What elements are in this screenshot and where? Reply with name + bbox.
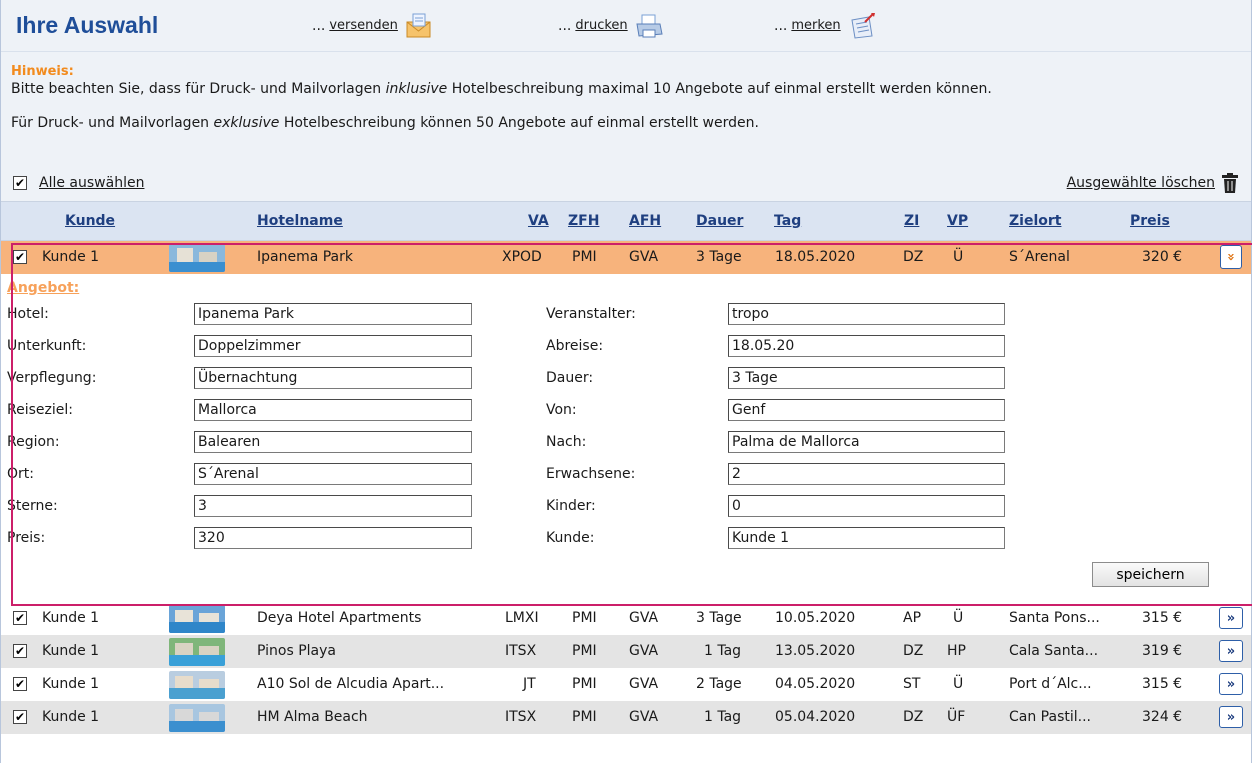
cell-kunde: Kunde 1 xyxy=(42,676,100,692)
expand-toggle-icon[interactable]: » xyxy=(1219,640,1243,662)
cell-afh: GVA xyxy=(629,643,659,659)
selection-bar: ✔ Alle auswählen Ausgewählte löschen xyxy=(1,165,1251,202)
table-row[interactable]: ✔ Kunde 1 Deya Hotel Apartments LMXI PMI GVA 3… xyxy=(1,602,1251,635)
col-tag[interactable]: Tag xyxy=(774,213,801,229)
cell-zi: ST xyxy=(903,676,921,692)
cell-vp: ÜF xyxy=(947,709,966,725)
cell-hotelname: A10 Sol de Alcudia Apart... xyxy=(257,676,445,692)
cell-preis: 315 € xyxy=(1142,610,1183,626)
table-row[interactable]: ✔ Kunde 1 Pinos Playa ITSX PMI GVA 1 Tag 13.05.… xyxy=(1,635,1251,668)
cell-preis: 324 € xyxy=(1142,709,1183,725)
hotel-thumbnail xyxy=(169,638,225,666)
select-all[interactable]: ✔ Alle auswählen xyxy=(13,175,144,191)
send-action[interactable]: ... versenden xyxy=(312,12,558,40)
selection-panel: Ihre Auswahl ... versenden ... drucken .… xyxy=(0,0,1252,763)
hotel-thumbnail xyxy=(169,671,225,699)
col-hotelname[interactable]: Hotelname xyxy=(257,213,343,229)
row-checkbox[interactable]: ✔ xyxy=(13,644,27,658)
cell-kunde: Kunde 1 xyxy=(42,610,100,626)
cell-hotelname: HM Alma Beach xyxy=(257,709,368,725)
print-link[interactable]: drucken xyxy=(575,18,627,33)
selected-row-outline xyxy=(11,243,1252,606)
printer-icon[interactable] xyxy=(634,12,664,40)
col-zi[interactable]: ZI xyxy=(904,213,919,229)
cell-afh: GVA xyxy=(629,676,659,692)
notice-box: Hinweis: Bitte beachten Sie, dass für Dr… xyxy=(1,52,1251,165)
select-all-link[interactable]: Alle auswählen xyxy=(39,175,144,191)
cell-zi: DZ xyxy=(903,709,924,725)
print-action[interactable]: ... drucken xyxy=(558,12,774,40)
col-kunde[interactable]: Kunde xyxy=(65,213,115,229)
cell-hotelname: Deya Hotel Apartments xyxy=(257,610,422,626)
cell-tag: 05.04.2020 xyxy=(775,709,856,725)
cell-dauer: 1 Tag xyxy=(704,643,742,659)
panel-header: Ihre Auswahl ... versenden ... drucken .… xyxy=(1,0,1251,52)
table-header: Kunde Hotelname VA ZFH AFH Dauer Tag ZI … xyxy=(1,202,1251,241)
cell-vp: Ü xyxy=(953,610,964,626)
cell-zielort: Can Pastil... xyxy=(1009,709,1091,725)
notice-line-1: Bitte beachten Sie, dass für Druck- und … xyxy=(11,81,992,97)
cell-zielort: Santa Pons... xyxy=(1009,610,1100,626)
cell-preis: 315 € xyxy=(1142,676,1183,692)
col-zielort[interactable]: Zielort xyxy=(1009,213,1061,229)
send-link[interactable]: versenden xyxy=(329,18,398,33)
notice-heading: Hinweis: xyxy=(11,64,74,79)
cell-zfh: PMI xyxy=(572,709,597,725)
cell-dauer: 1 Tag xyxy=(704,709,742,725)
row-checkbox[interactable]: ✔ xyxy=(13,677,27,691)
cell-hotelname: Pinos Playa xyxy=(257,643,336,659)
cell-va: ITSX xyxy=(505,643,537,659)
expand-toggle-icon[interactable]: » xyxy=(1219,706,1243,728)
expand-toggle-icon[interactable]: » xyxy=(1219,673,1243,695)
col-preis[interactable]: Preis xyxy=(1130,213,1170,229)
cell-tag: 13.05.2020 xyxy=(775,643,856,659)
col-vp[interactable]: VP xyxy=(947,213,968,229)
cell-preis: 319 € xyxy=(1142,643,1183,659)
expand-toggle-icon[interactable]: » xyxy=(1219,607,1243,629)
col-va[interactable]: VA xyxy=(528,213,549,229)
cell-zielort: Cala Santa... xyxy=(1009,643,1099,659)
cell-va: JT xyxy=(523,676,536,692)
cell-afh: GVA xyxy=(629,709,659,725)
cell-tag: 10.05.2020 xyxy=(775,610,856,626)
row-checkbox[interactable]: ✔ xyxy=(13,611,27,625)
cell-zielort: Port d´Alc... xyxy=(1009,676,1092,692)
cell-dauer: 3 Tage xyxy=(696,610,742,626)
cell-afh: GVA xyxy=(629,610,659,626)
cell-kunde: Kunde 1 xyxy=(42,643,100,659)
cell-zi: DZ xyxy=(903,643,924,659)
select-all-checkbox[interactable]: ✔ xyxy=(13,176,27,190)
cell-zfh: PMI xyxy=(572,676,597,692)
row-checkbox[interactable]: ✔ xyxy=(13,710,27,724)
cell-tag: 04.05.2020 xyxy=(775,676,856,692)
notepad-icon[interactable] xyxy=(847,12,877,40)
cell-dauer: 2 Tage xyxy=(696,676,742,692)
cell-vp: HP xyxy=(947,643,966,659)
cell-kunde: Kunde 1 xyxy=(42,709,100,725)
notice-line-2: Für Druck- und Mailvorlagen exklusive Ho… xyxy=(11,115,759,131)
cell-va: LMXI xyxy=(505,610,539,626)
cell-zi: AP xyxy=(903,610,922,626)
page-title: Ihre Auswahl xyxy=(16,12,159,38)
hotel-thumbnail xyxy=(169,704,225,732)
cell-zfh: PMI xyxy=(572,643,597,659)
envelope-icon[interactable] xyxy=(404,12,434,40)
hotel-thumbnail xyxy=(169,605,225,633)
table-row[interactable]: ✔ Kunde 1 A10 Sol de Alcudia Apart... JT PMI… xyxy=(1,668,1251,701)
delete-selected-link[interactable]: Ausgewählte löschen xyxy=(1067,175,1215,191)
cell-zfh: PMI xyxy=(572,610,597,626)
bookmark-link[interactable]: merken xyxy=(791,18,840,33)
col-dauer[interactable]: Dauer xyxy=(696,213,743,229)
col-zfh[interactable]: ZFH xyxy=(568,213,599,229)
table-row[interactable]: ✔ Kunde 1 HM Alma Beach ITSX PMI GVA 1 Tag 05.0… xyxy=(1,701,1251,734)
trash-icon[interactable] xyxy=(1221,173,1239,193)
bookmark-action[interactable]: ... merken xyxy=(774,12,877,40)
delete-selected[interactable]: Ausgewählte löschen xyxy=(1067,173,1239,193)
cell-va: ITSX xyxy=(505,709,537,725)
col-afh[interactable]: AFH xyxy=(629,213,661,229)
cell-vp: Ü xyxy=(953,676,964,692)
